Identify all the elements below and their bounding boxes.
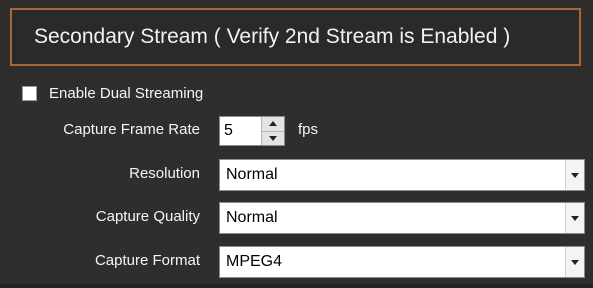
capture-format-label: Capture Format (94, 252, 200, 269)
dropdown-arrow-icon (571, 215, 579, 221)
section-title: Secondary Stream ( Verify 2nd Stream is … (34, 25, 511, 48)
frame-rate-spinner[interactable]: 5 (219, 116, 285, 146)
frame-rate-value[interactable]: 5 (220, 117, 261, 145)
capture-format-select[interactable]: MPEG4 (219, 246, 585, 278)
secondary-stream-panel: Secondary Stream ( Verify 2nd Stream is … (0, 0, 593, 288)
resolution-select[interactable]: Normal (219, 159, 585, 191)
dropdown-arrow-icon (571, 259, 579, 265)
section-header: Secondary Stream ( Verify 2nd Stream is … (10, 8, 581, 66)
frame-rate-decrement-button[interactable] (262, 130, 284, 146)
spinner-buttons (261, 117, 284, 145)
triangle-down-icon (269, 135, 277, 141)
fps-unit-label: fps (298, 121, 319, 138)
capture-quality-select[interactable]: Normal (219, 202, 585, 234)
capture-quality-dropdown-button[interactable] (565, 203, 584, 233)
panel-bottom-edge (0, 284, 593, 288)
capture-quality-selected-value[interactable]: Normal (220, 203, 565, 233)
capture-format-selected-value[interactable]: MPEG4 (220, 247, 565, 277)
triangle-up-icon (269, 121, 277, 127)
resolution-label: Resolution (129, 165, 200, 182)
resolution-dropdown-button[interactable] (565, 160, 584, 190)
capture-frame-rate-label: Capture Frame Rate (63, 121, 200, 138)
capture-format-dropdown-button[interactable] (565, 247, 584, 277)
dual-streaming-row[interactable]: Enable Dual Streaming (22, 82, 203, 104)
capture-quality-label: Capture Quality (95, 208, 200, 225)
dropdown-arrow-icon (571, 172, 579, 178)
resolution-selected-value[interactable]: Normal (220, 160, 565, 190)
enable-dual-streaming-checkbox[interactable] (22, 85, 37, 101)
frame-rate-increment-button[interactable] (262, 117, 284, 131)
enable-dual-streaming-label[interactable]: Enable Dual Streaming (49, 85, 203, 102)
